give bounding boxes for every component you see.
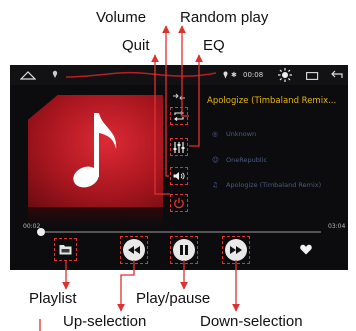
callout-lines: [39, 25, 240, 331]
